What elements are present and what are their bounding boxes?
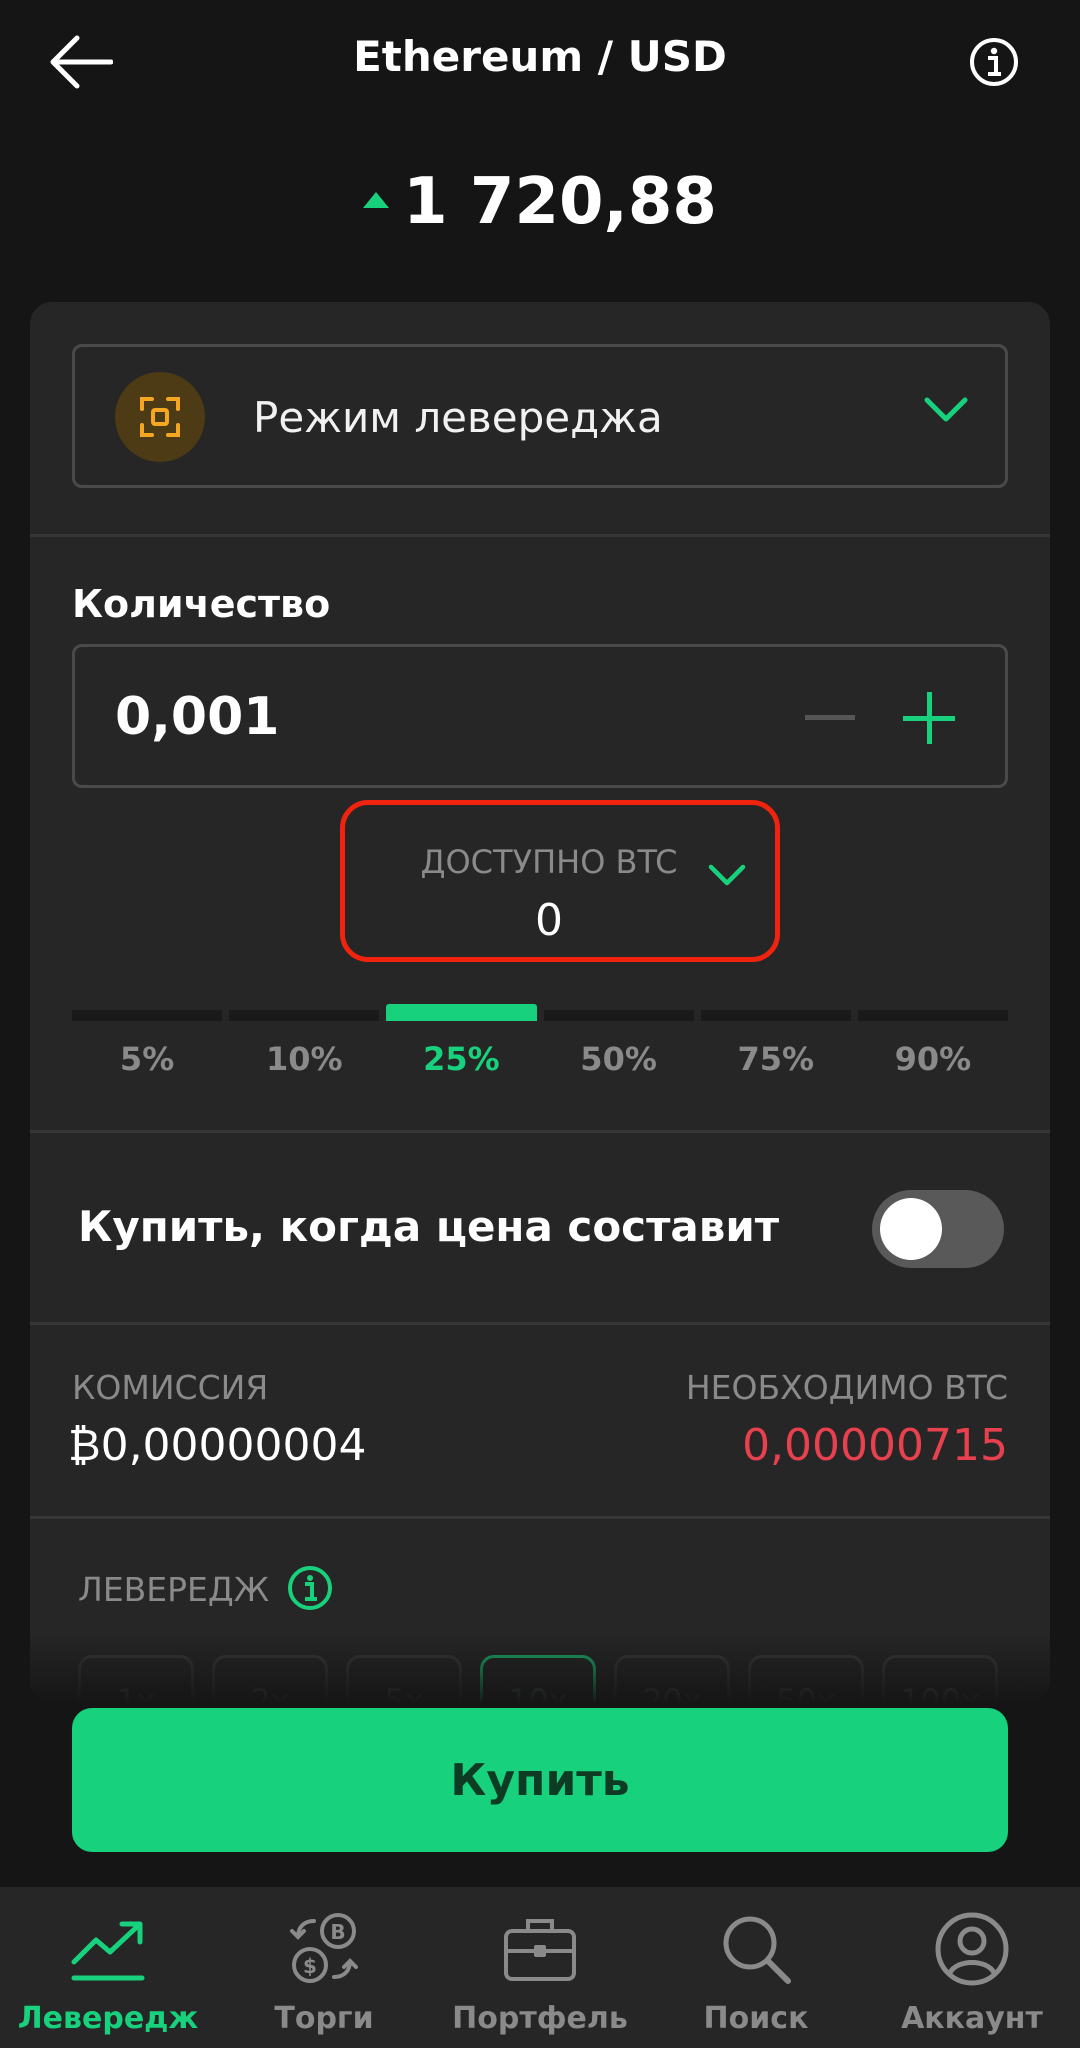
nav-label: Аккаунт — [901, 2001, 1043, 2036]
percentage-option[interactable]: 5% — [72, 1040, 222, 1078]
increase-button[interactable] — [903, 692, 955, 744]
nav-label: Торги — [274, 2001, 374, 2036]
account-icon — [932, 1909, 1012, 1989]
info-button[interactable] — [968, 36, 1020, 88]
nav-label: Левередж — [17, 2001, 199, 2036]
limit-order-toggle[interactable] — [872, 1190, 1004, 1268]
exchange-coins-icon: B $ — [284, 1909, 364, 1989]
leverage-label: ЛЕВЕРЕДЖ — [78, 1570, 270, 1609]
percentage-option-selected[interactable]: 25% — [386, 1040, 536, 1078]
page-title: Ethereum / USD — [353, 32, 727, 81]
fee-value: ₿0,00000004 — [68, 1420, 367, 1471]
chevron-down-icon — [923, 395, 969, 429]
percentage-segment-active[interactable] — [386, 1004, 537, 1021]
toggle-knob — [880, 1198, 942, 1260]
percentage-option[interactable]: 90% — [858, 1040, 1008, 1078]
price-value: 1 720,88 — [403, 165, 717, 239]
svg-text:B: B — [330, 1920, 345, 1944]
nav-item-portfolio[interactable]: Портфель — [432, 1887, 648, 2048]
percentage-segment[interactable] — [700, 1010, 851, 1021]
mode-label: Режим левереджа — [253, 393, 663, 442]
divider — [30, 1516, 1050, 1519]
leverage-info-button[interactable] — [286, 1564, 334, 1616]
bottom-navigation: Левередж B $ Торги Портфель Поиск Аккаун… — [0, 1887, 1080, 2048]
scroll-fade — [30, 1630, 1050, 1702]
available-value: 0 — [535, 895, 563, 946]
scan-frame-icon — [115, 372, 205, 462]
required-value: 0,00000715 — [742, 1420, 1008, 1471]
chevron-down-icon — [707, 863, 747, 893]
price-display: 1 720,88 — [0, 165, 1080, 239]
available-balance-select[interactable]: ДОСТУПНО BTC 0 — [340, 800, 780, 962]
percentage-option[interactable]: 50% — [544, 1040, 694, 1078]
svg-text:$: $ — [303, 1954, 317, 1978]
nav-label: Поиск — [703, 2001, 809, 2036]
briefcase-icon — [500, 1909, 580, 1989]
percentage-segment[interactable] — [72, 1010, 223, 1021]
percentage-options: 5% 10% 25% 50% 75% 90% — [72, 1040, 1008, 1078]
percentage-option[interactable]: 75% — [701, 1040, 851, 1078]
percentage-slider[interactable] — [72, 1004, 1009, 1021]
divider — [30, 1130, 1050, 1133]
divider — [30, 534, 1050, 537]
nav-item-search[interactable]: Поиск — [648, 1887, 864, 2048]
buy-button[interactable]: Купить — [72, 1708, 1008, 1852]
nav-item-account[interactable]: Аккаунт — [864, 1887, 1080, 2048]
nav-item-leverage[interactable]: Левередж — [0, 1887, 216, 2048]
info-icon — [288, 1566, 332, 1610]
price-up-icon — [363, 192, 390, 208]
nav-label: Портфель — [452, 2001, 628, 2036]
decrease-button[interactable] — [805, 697, 855, 737]
info-icon — [970, 38, 1018, 86]
percentage-segment[interactable] — [857, 1010, 1009, 1021]
nav-item-trades[interactable]: B $ Торги — [216, 1887, 432, 2048]
percentage-segment[interactable] — [543, 1010, 694, 1021]
search-icon — [716, 1909, 796, 1989]
quantity-input[interactable] — [115, 687, 615, 747]
percentage-option[interactable]: 10% — [229, 1040, 379, 1078]
trend-chart-icon — [68, 1909, 148, 1989]
fee-label: КОМИССИЯ — [72, 1368, 269, 1407]
header: Ethereum / USD — [0, 0, 1080, 130]
quantity-field — [72, 644, 1008, 788]
divider — [30, 1322, 1050, 1325]
quantity-label: Количество — [72, 582, 331, 626]
required-label: НЕОБХОДИМО BTC — [685, 1368, 1008, 1407]
order-card: Режим левереджа Количество ДОСТУПНО BTC … — [30, 302, 1050, 1702]
limit-order-label: Купить, когда цена составит — [78, 1202, 780, 1251]
mode-select[interactable]: Режим левереджа — [72, 344, 1008, 488]
percentage-segment[interactable] — [229, 1010, 380, 1021]
